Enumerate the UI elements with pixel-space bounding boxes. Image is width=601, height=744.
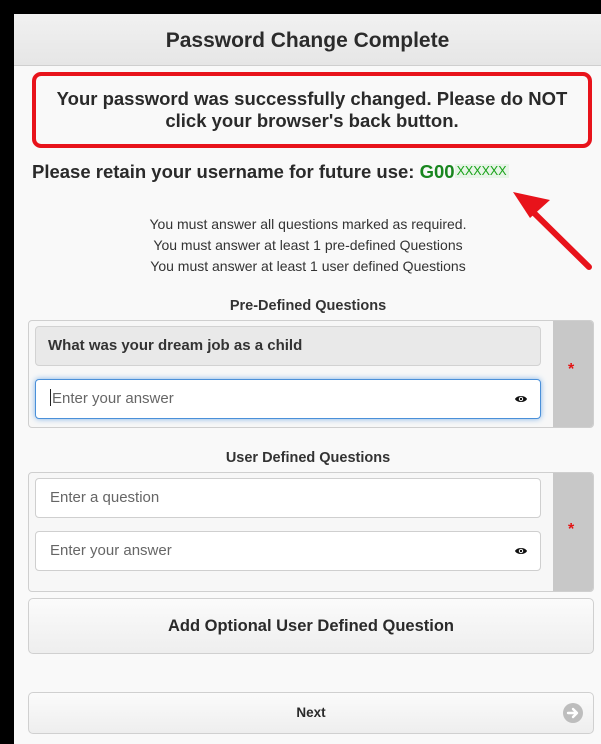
predefined-section-title: Pre-Defined Questions [229,298,387,314]
instruction-line: You must answer at least 1 user defined … [150,258,466,274]
user-answer-placeholder: Enter your answer [50,542,172,559]
user-question-input[interactable]: Enter a question [35,478,541,518]
instruction-line: You must answer at least 1 pre-defined Q… [153,237,463,253]
arrow-right-circle-icon [563,703,583,723]
userdefined-section-title: User Defined Questions [225,450,391,466]
userdefined-question-group: Enter a question Enter your answer * [28,472,594,592]
next-button[interactable]: Next [28,692,594,734]
password-change-page: Password Change Complete Your password w… [14,14,601,744]
show-password-eye-icon[interactable] [514,393,528,405]
required-asterisk: * [568,361,575,378]
show-password-eye-icon[interactable] [514,545,528,557]
predefined-question-label: What was your dream job as a child [48,337,303,354]
required-indicator-panel: * [553,473,593,591]
required-indicator-panel: * [553,321,593,427]
predefined-question-select[interactable]: What was your dream job as a child [35,326,541,366]
predefined-question-group: What was your dream job as a child Enter… [28,320,594,428]
predefined-answer-input[interactable]: Enter your answer [35,379,541,419]
instructions: You must answer all questions marked as … [28,214,588,277]
add-optional-question-button[interactable]: Add Optional User Defined Question [28,598,594,654]
user-question-placeholder: Enter a question [50,489,160,506]
add-optional-question-label: Add Optional User Defined Question [167,617,455,635]
text-caret [50,389,51,406]
user-answer-input[interactable]: Enter your answer [35,531,541,571]
next-button-label: Next [296,705,326,720]
instruction-line: You must answer all questions marked as … [149,216,467,232]
required-asterisk: * [568,521,575,538]
predefined-answer-placeholder: Enter your answer [52,390,174,407]
